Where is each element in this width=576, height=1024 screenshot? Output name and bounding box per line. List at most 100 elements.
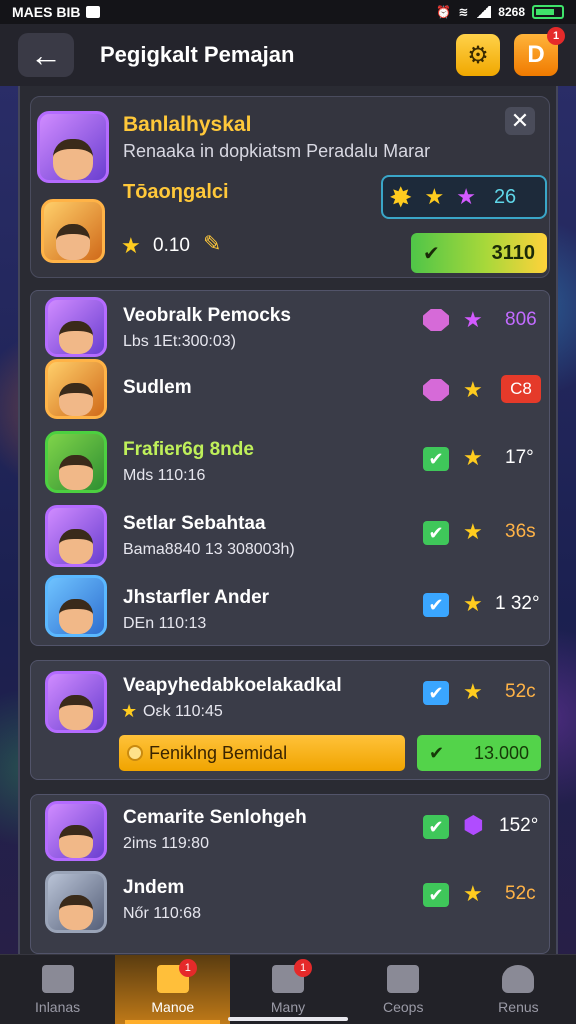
- star-icon: ★: [121, 701, 138, 721]
- item-name: Frafier6g 8nde: [123, 439, 254, 460]
- item-meta: Lbs 1Et:300:03): [123, 333, 236, 350]
- settings-button[interactable]: ⚙: [456, 34, 500, 76]
- item-meta: Bama8840 13 308003h): [123, 541, 295, 558]
- star-icon: ★: [463, 377, 483, 402]
- status-bar: MAES BIB ⏰ ≋ 8268: [0, 0, 576, 24]
- item-value: 1 32°: [495, 593, 540, 614]
- close-button[interactable]: ✕: [505, 107, 535, 135]
- item-name: Jhstarfler Ander: [123, 587, 270, 608]
- check-icon: ✔: [423, 681, 449, 705]
- item-value: 52c: [505, 883, 536, 904]
- nav-label: Manoe: [151, 998, 195, 1015]
- inbox-icon: 1: [156, 958, 197, 993]
- featured-title: Banlalhyskal: [123, 113, 252, 136]
- battery-icon: [532, 5, 564, 19]
- profile-d-button[interactable]: D 1: [514, 27, 565, 76]
- user-icon: [502, 964, 535, 993]
- gem-icon: [423, 379, 449, 401]
- check-icon: ✔: [423, 242, 440, 265]
- feature-button[interactable]: Feniklng Bemidal: [119, 735, 405, 771]
- featured-card[interactable]: Banlalhyskal Renaaka in dopkiatsm Perada…: [30, 96, 550, 278]
- item-meta: 2ims 119:80: [123, 835, 209, 852]
- purple-badge-icon: ⬢: [463, 812, 484, 839]
- nav-label: Ceops: [382, 998, 424, 1015]
- purple-star-icon: ★: [456, 184, 476, 209]
- nav-manoe[interactable]: 1 Manoe: [115, 955, 231, 1024]
- box-icon: 1: [272, 958, 312, 993]
- check-icon: ✔: [423, 447, 449, 471]
- signal-icon: [475, 6, 492, 18]
- nav-label: Many: [270, 998, 306, 1015]
- secondary-avatar[interactable]: [41, 199, 105, 263]
- star-icon: ★: [463, 445, 483, 470]
- item-name: Cemarite Senlohgeh: [123, 807, 307, 828]
- rating-value: 26: [493, 185, 517, 208]
- star-icon: ★: [424, 184, 445, 209]
- avatar: [45, 297, 107, 357]
- rating-box: ✸ ★ ★ 26: [381, 175, 547, 219]
- star-icon: ★: [463, 881, 483, 906]
- item-value: C8: [501, 375, 541, 403]
- avatar: [45, 431, 107, 493]
- nav-ceops[interactable]: Ceops: [346, 955, 461, 1024]
- avatar[interactable]: [45, 671, 107, 733]
- item-meta: Nőr 110:68: [123, 905, 201, 922]
- notification-badge: 1: [547, 27, 565, 45]
- list-item[interactable]: Sudlem ★ C8: [31, 357, 549, 427]
- item-meta: Oεk 110:45: [143, 703, 223, 720]
- avatar: [45, 359, 107, 419]
- avatar: [45, 801, 107, 861]
- nav-many[interactable]: 1 Many: [230, 955, 345, 1024]
- star-icon: ★: [463, 679, 483, 704]
- d-logo-icon: D: [527, 41, 545, 68]
- avatar: [45, 871, 107, 933]
- home-indicator[interactable]: [228, 1017, 348, 1021]
- list-item[interactable]: Jhstarfler Ander DEn 110:13 ✔ ★ 1 32°: [31, 575, 549, 645]
- check-icon: ✔: [423, 593, 449, 617]
- check-icon: ✔: [429, 742, 445, 763]
- star-icon: ★: [121, 233, 141, 258]
- page-title: Pegigkalt Pemajan: [100, 42, 295, 67]
- list-item[interactable]: Jndem Nőr 110:68 ✔ ★ 52c: [31, 869, 549, 939]
- list-item[interactable]: Cemarite Senlohgeh 2ims 119:80 ✔ ⬢ 152°: [31, 795, 549, 865]
- item-name: Setlar Sebahtaa: [123, 513, 266, 534]
- claim-button[interactable]: ✔ 13.000: [417, 735, 541, 771]
- carrier-label: MAES BIB: [12, 4, 81, 20]
- gem-icon: [423, 309, 449, 331]
- bottom-nav: Inlanas 1 Manoe 1 Many Ceops Renus: [0, 954, 576, 1024]
- check-icon: ✔: [423, 521, 449, 545]
- list-item[interactable]: Setlar Sebahtaa Bama8840 13 308003h) ✔ ★…: [31, 503, 549, 573]
- nav-renus[interactable]: Renus: [461, 955, 576, 1024]
- item-meta: Mds 110:16: [123, 467, 206, 484]
- check-icon: ✔: [423, 883, 449, 907]
- nav-home[interactable]: Inlanas: [0, 955, 115, 1024]
- star-icon: ★: [463, 519, 483, 544]
- avatar: [45, 505, 107, 567]
- back-button[interactable]: ←: [18, 33, 74, 77]
- status-time: 8268: [498, 5, 525, 19]
- gear-icon: ⚙: [467, 41, 489, 69]
- claim-value: 3110: [491, 241, 535, 264]
- list-item[interactable]: Frafier6g 8nde Mds 110:16 ✔ ★ 17°: [31, 431, 549, 501]
- arrow-left-icon: ←: [30, 36, 62, 73]
- starburst-icon: ✸: [389, 181, 413, 213]
- top-header: ← Pegigkalt Pemajan ⚙ D 1: [0, 24, 576, 86]
- coin-icon: [127, 745, 143, 761]
- notification-icon: [86, 6, 101, 18]
- claim-bar[interactable]: ✔ 3110: [411, 233, 547, 273]
- wifi-icon: ≋: [458, 5, 469, 19]
- item-name: Veobralk Pemocks: [123, 305, 291, 326]
- purple-star-icon: ★: [463, 307, 483, 332]
- player-list-group-2: Veapyhedabkoelakadkal ★ Oεk 110:45 ✔ ★ 5…: [30, 660, 550, 780]
- nav-label: Inlanas: [35, 998, 81, 1015]
- check-icon: ✔: [423, 815, 449, 839]
- item-value: 17°: [505, 447, 534, 468]
- close-icon: ✕: [510, 108, 530, 133]
- featured-name: Tōaoηgalci: [123, 181, 229, 203]
- item-value: 806: [505, 309, 537, 330]
- list-item[interactable]: Veobralk Pemocks Lbs 1Et:300:03) ★ 806: [31, 291, 549, 361]
- ticket-icon: [387, 964, 420, 993]
- nav-badge: 1: [178, 958, 197, 977]
- featured-avatar[interactable]: [37, 111, 109, 183]
- item-value: 36s: [505, 521, 536, 542]
